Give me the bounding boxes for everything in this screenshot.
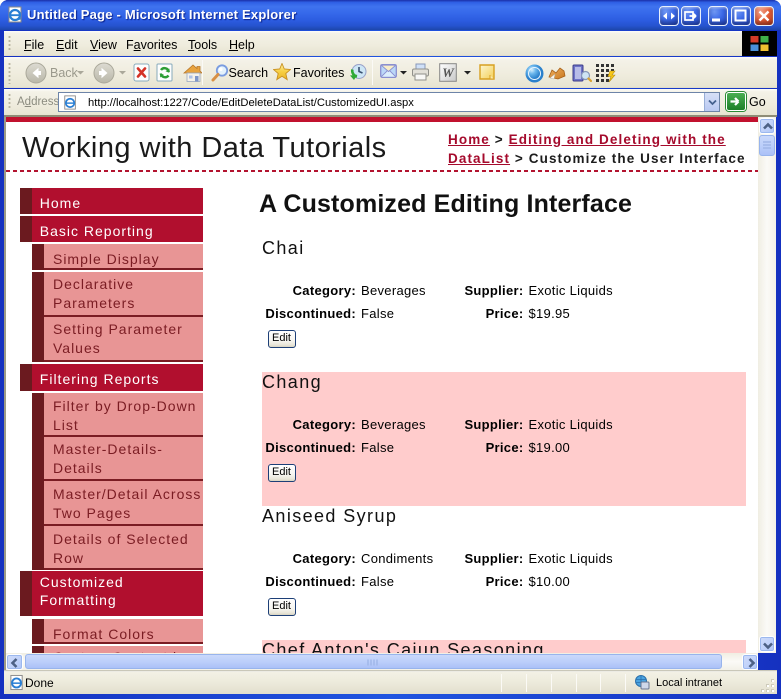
svg-text:W: W: [442, 65, 455, 80]
